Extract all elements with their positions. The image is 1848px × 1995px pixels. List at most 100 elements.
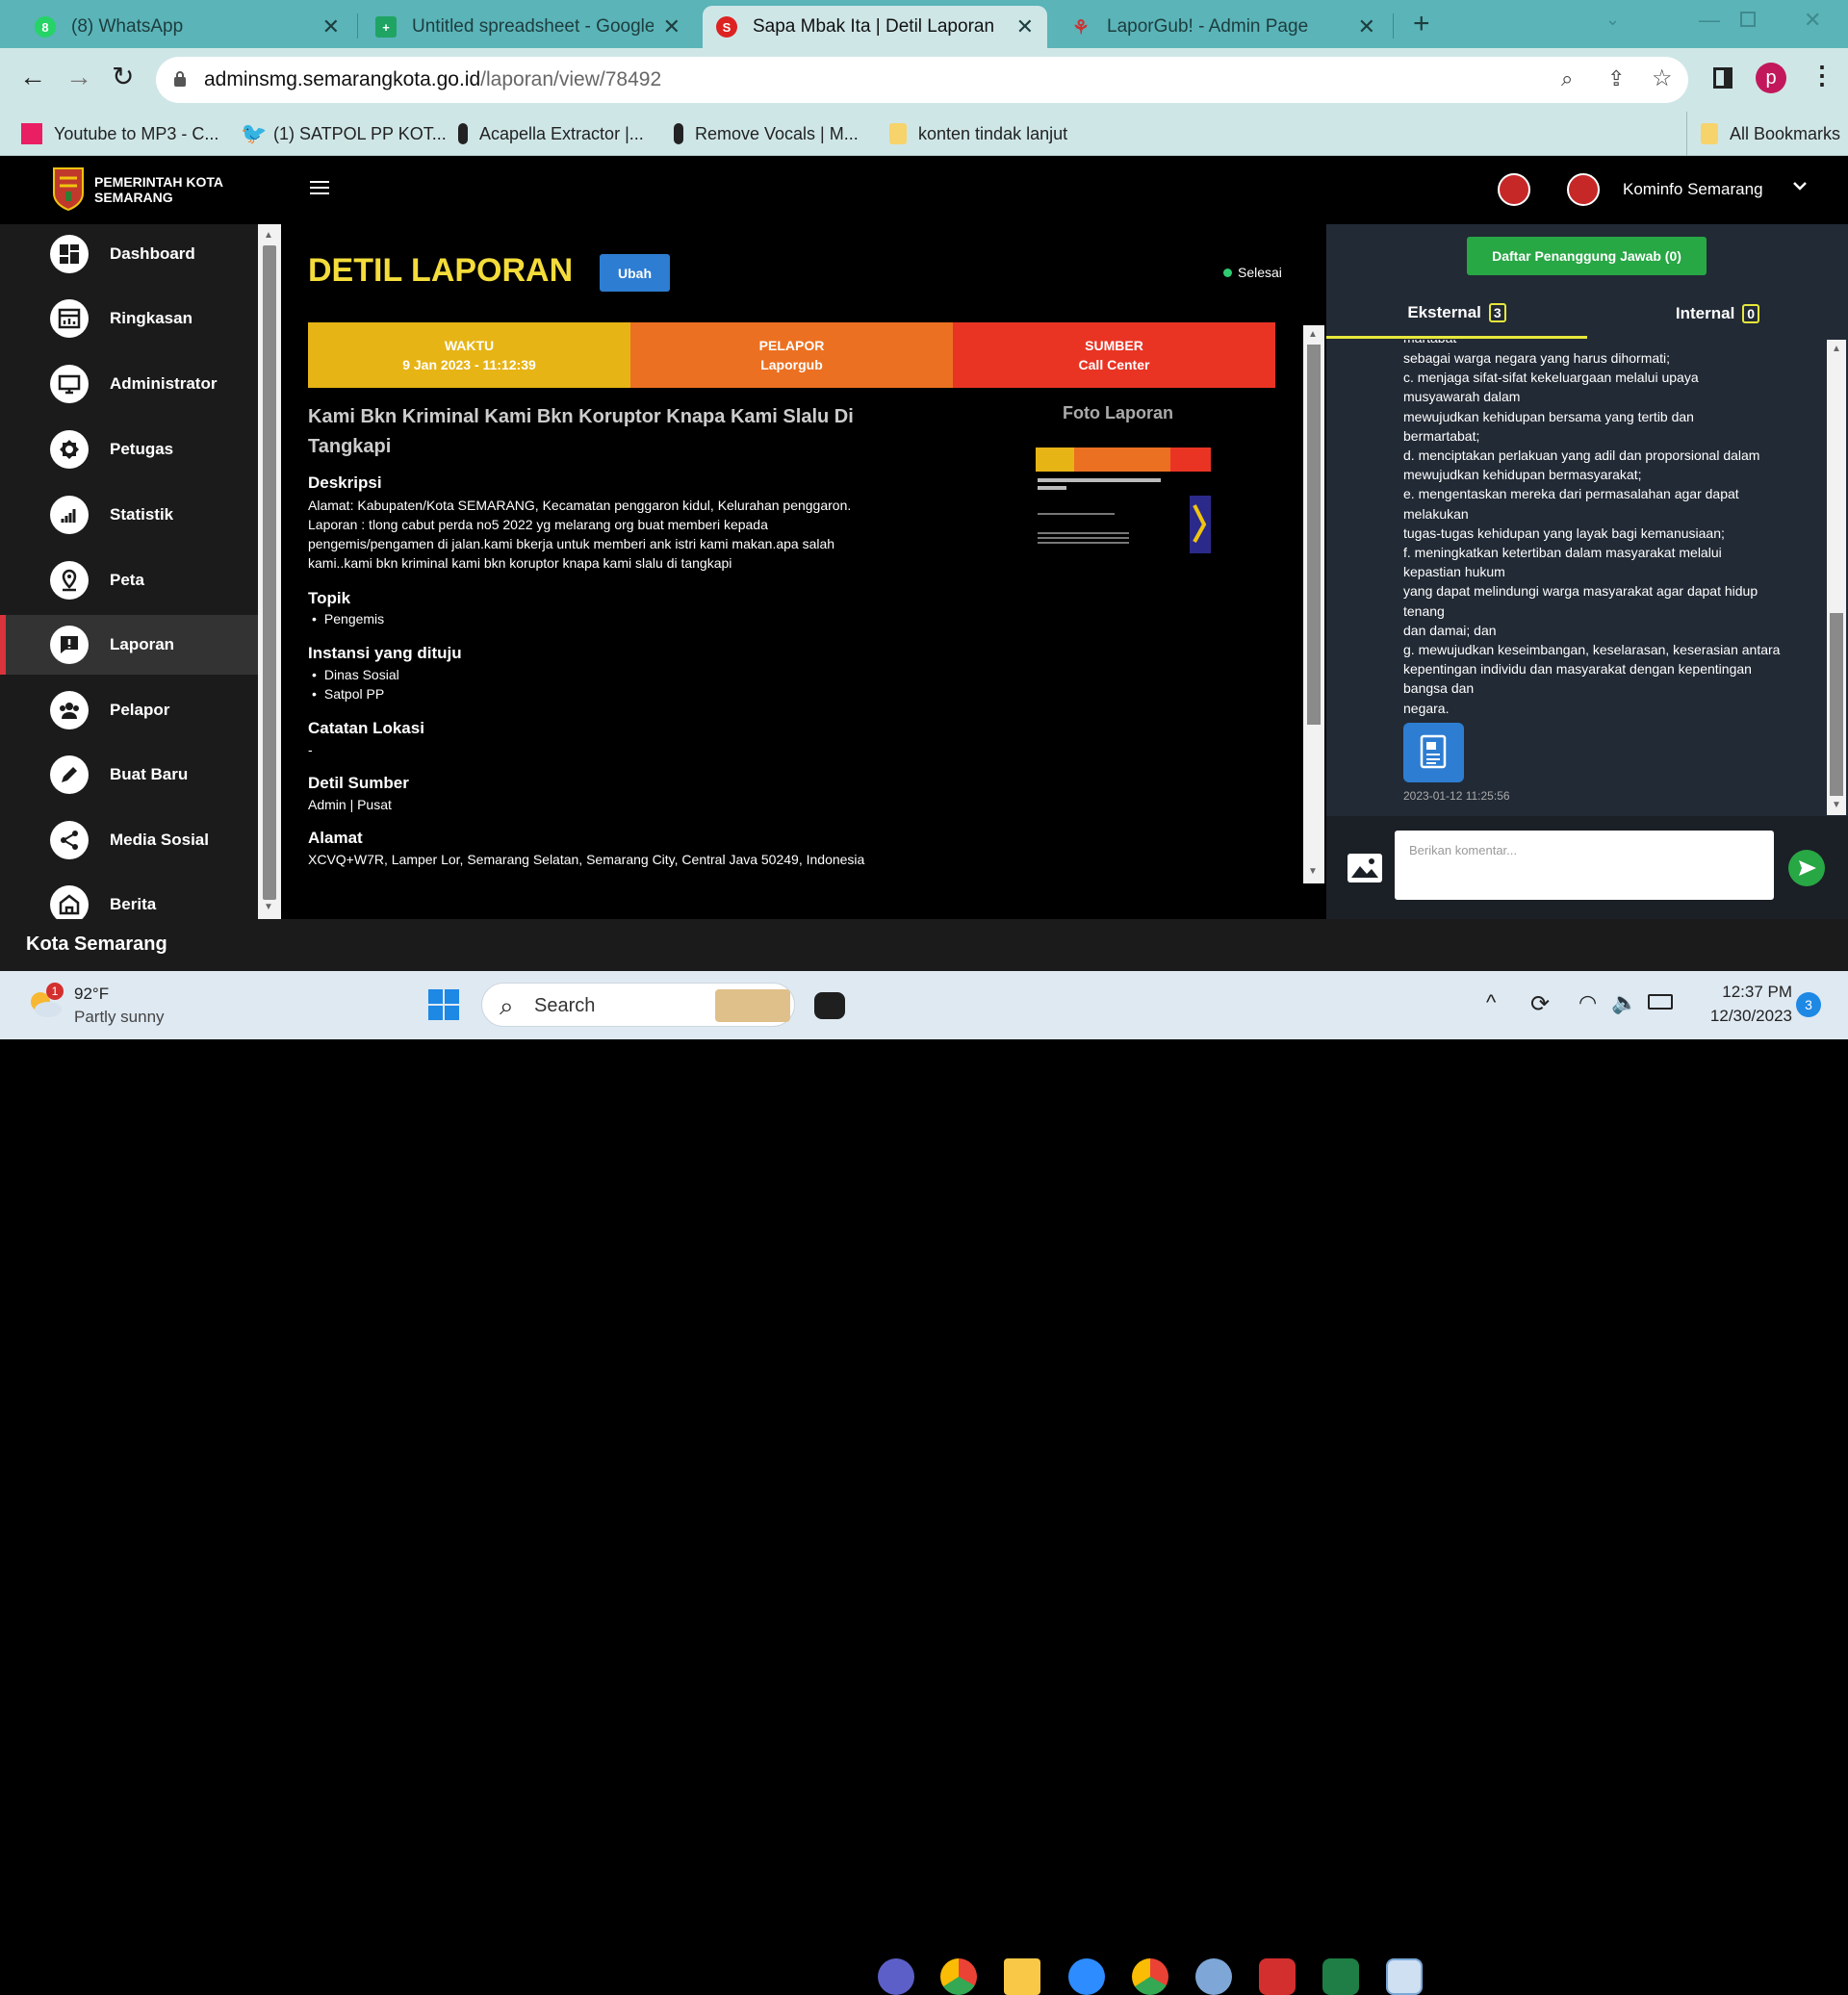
minimize-icon[interactable]: —	[1699, 8, 1720, 33]
taskbar-search-box[interactable]: ⌕ Search	[481, 983, 795, 1027]
bookmark-remove-vocals[interactable]: Remove Vocals | M...	[674, 112, 859, 156]
tab-title: Sapa Mbak Ita | Detil Laporan	[753, 16, 995, 37]
close-tab-icon[interactable]: ✕	[663, 14, 680, 39]
forward-icon[interactable]: →	[65, 62, 92, 92]
sidebar-item-dashboard[interactable]: Dashboard	[0, 224, 258, 284]
omnibox[interactable]: adminsmg.semarangkota.go.id/laporan/view…	[156, 57, 1688, 103]
share-icon[interactable]: ⇪	[1607, 66, 1625, 91]
whatsapp-icon: 8	[35, 16, 56, 38]
show-hidden-icons-icon[interactable]: ^	[1486, 990, 1496, 1015]
report-photo-thumbnail[interactable]	[1036, 448, 1211, 561]
sidebar-item-petugas[interactable]: Petugas	[0, 420, 258, 479]
sidebar-item-administrator[interactable]: Administrator	[0, 354, 258, 414]
teamviewer-icon[interactable]	[1195, 1958, 1232, 1995]
zoom-icon[interactable]	[1068, 1958, 1105, 1995]
comments-scrollbar[interactable]: ▲ ▼	[1827, 340, 1846, 815]
source-heading: Detil Sumber	[308, 774, 409, 792]
folder-icon	[1701, 123, 1718, 144]
sidebar-scrollbar[interactable]: ▲ ▼	[258, 224, 281, 919]
snipping-tool-icon[interactable]	[1386, 1958, 1423, 1995]
sapa-mbak-ita-icon[interactable]	[1498, 173, 1530, 206]
sidebar-label: Buat Baru	[110, 765, 189, 783]
close-tab-icon[interactable]: ✕	[1016, 14, 1034, 39]
hamburger-menu-icon[interactable]	[310, 180, 329, 195]
bookmark-konten[interactable]: konten tindak lanjut	[889, 112, 1067, 156]
sidebar-item-media-sosial[interactable]: Media Sosial	[0, 810, 258, 870]
bookmark-satpol[interactable]: 🐦 (1) SATPOL PP KOT...	[241, 112, 447, 156]
chevron-down-icon[interactable]	[1792, 178, 1808, 193]
windows-start-icon[interactable]	[427, 988, 460, 1021]
profile-avatar[interactable]: p	[1756, 63, 1786, 93]
close-tab-icon[interactable]: ✕	[322, 14, 340, 39]
bookmark-acapella[interactable]: Acapella Extractor |...	[458, 112, 644, 156]
scroll-thumb[interactable]	[1307, 345, 1321, 725]
chrome-icon[interactable]	[940, 1958, 977, 1995]
share-icon	[50, 821, 89, 859]
comment-input[interactable]: Berikan komentar...	[1395, 831, 1774, 900]
description-text: Alamat: Kabupaten/Kota SEMARANG, Kecamat…	[308, 496, 1001, 573]
all-bookmarks[interactable]: All Bookmarks	[1686, 112, 1840, 156]
content-scrollbar[interactable]: ▲ ▼	[1303, 325, 1324, 883]
bookmark-youtube-mp3[interactable]: Youtube to MP3 - C...	[21, 112, 218, 156]
bookmark-star-icon[interactable]: ☆	[1652, 64, 1673, 92]
file-explorer-icon[interactable]	[1004, 1958, 1040, 1995]
scroll-down-arrow-icon[interactable]: ▼	[1308, 866, 1318, 877]
sidebar-item-buat-baru[interactable]: Buat Baru	[0, 745, 258, 805]
sync-icon[interactable]: ⟳	[1530, 990, 1550, 1018]
tab-laporgub[interactable]: ⚘ LaporGub! - Admin Page ✕	[1057, 6, 1389, 48]
send-icon[interactable]	[1788, 850, 1825, 886]
tab-whatsapp[interactable]: 8 (8) WhatsApp ✕	[21, 6, 353, 48]
user-avatar[interactable]	[1567, 173, 1600, 206]
user-name[interactable]: Kominfo Semarang	[1623, 180, 1763, 199]
scroll-up-arrow-icon[interactable]: ▲	[264, 230, 273, 241]
weather-temp[interactable]: 92°F	[74, 985, 109, 1004]
tab-spreadsheet[interactable]: + Untitled spreadsheet - Google S ✕	[362, 6, 694, 48]
sidebar-item-laporan[interactable]: Laporan	[0, 615, 258, 675]
new-tab-icon[interactable]: +	[1413, 8, 1430, 40]
tab-search-chevron-icon[interactable]: ⌄	[1605, 10, 1620, 30]
scroll-up-arrow-icon[interactable]: ▲	[1308, 329, 1318, 340]
chrome-profile-icon[interactable]	[1132, 1958, 1168, 1995]
edit-button[interactable]: Ubah	[600, 254, 670, 292]
document-attachment-icon[interactable]	[1403, 723, 1464, 782]
notification-count-badge[interactable]: 3	[1796, 992, 1821, 1017]
dashboard-icon	[50, 235, 89, 273]
tab-sapa-mbak-ita[interactable]: S Sapa Mbak Ita | Detil Laporan ✕	[703, 6, 1047, 48]
scroll-down-arrow-icon[interactable]: ▼	[1832, 800, 1841, 810]
scroll-thumb[interactable]	[263, 245, 276, 900]
meet-chat-icon[interactable]	[878, 1958, 914, 1995]
scroll-up-arrow-icon[interactable]: ▲	[1832, 344, 1841, 354]
wifi-icon[interactable]: ◠	[1578, 990, 1597, 1015]
image-upload-icon[interactable]	[1347, 853, 1383, 883]
volume-icon[interactable]: 🔈	[1611, 990, 1637, 1015]
task-view-icon[interactable]	[814, 992, 845, 1019]
stat-sumber: SUMBER Call Center	[953, 322, 1275, 388]
back-icon[interactable]: ←	[19, 62, 46, 92]
restore-icon[interactable]	[1740, 12, 1756, 27]
status-dot	[1223, 269, 1232, 277]
close-tab-icon[interactable]: ✕	[1358, 14, 1375, 39]
sidebar-item-ringkasan[interactable]: Ringkasan	[0, 289, 258, 348]
excel-icon[interactable]	[1322, 1958, 1359, 1995]
responsible-list-button[interactable]: Daftar Penanggung Jawab (0)	[1467, 237, 1707, 275]
folder-icon	[889, 123, 907, 144]
windows-taskbar: 1 92°F Partly sunny ⌕ Search ^ ⟳ ◠ 🔈 12:…	[0, 971, 1848, 1995]
tab-eksternal[interactable]: Eksternal 3	[1326, 289, 1587, 339]
battery-icon[interactable]	[1648, 994, 1673, 1010]
sidebar-item-pelapor[interactable]: Pelapor	[0, 680, 258, 740]
scroll-thumb[interactable]	[1830, 613, 1843, 796]
sidebar-item-peta[interactable]: Peta	[0, 550, 258, 610]
side-panel-icon[interactable]	[1713, 67, 1732, 89]
weather-desc[interactable]: Partly sunny	[74, 1008, 165, 1027]
menu-dots-icon[interactable]: ⋮	[1810, 61, 1835, 90]
clock-time[interactable]: 12:37 PM	[1709, 983, 1792, 1002]
zoom-search-icon[interactable]: ⌕	[1561, 66, 1573, 91]
acrobat-icon[interactable]	[1259, 1958, 1296, 1995]
url-text[interactable]: adminsmg.semarangkota.go.id/laporan/view…	[204, 68, 661, 91]
clock-date[interactable]: 12/30/2023	[1694, 1007, 1792, 1026]
reload-icon[interactable]: ↻	[112, 61, 134, 92]
scroll-down-arrow-icon[interactable]: ▼	[264, 902, 273, 912]
tab-internal[interactable]: Internal 0	[1587, 289, 1848, 339]
sidebar-item-statistik[interactable]: Statistik	[0, 485, 258, 545]
close-window-icon[interactable]: ✕	[1804, 8, 1821, 33]
